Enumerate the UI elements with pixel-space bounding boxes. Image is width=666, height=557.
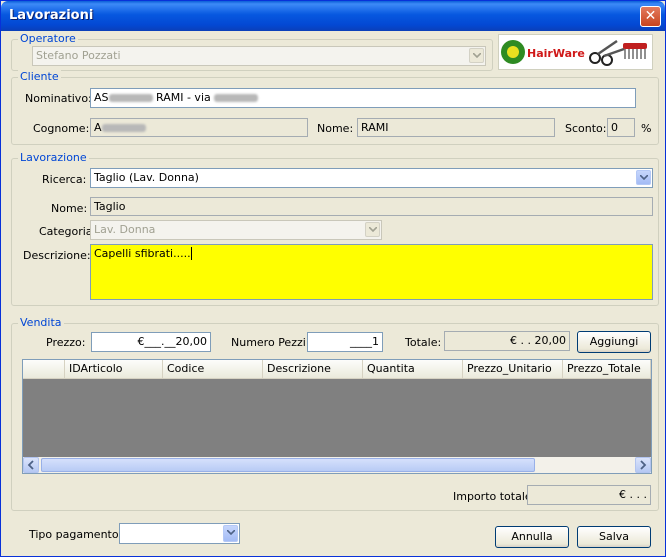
nominativo-label: Nominativo:: [25, 92, 92, 105]
prezzo-value: €___.__20,00: [137, 335, 208, 348]
chevron-down-icon[interactable]: [636, 170, 651, 185]
chevron-left-icon: [27, 460, 34, 470]
nome-cliente-value: RAMI: [361, 121, 389, 134]
lavorazioni-window: Lavorazioni ✕ Operatore Stefano Pozzati …: [0, 0, 666, 557]
importo-field: € . . .: [527, 485, 651, 505]
nome-cliente-label: Nome:: [317, 122, 354, 135]
hairware-logo: HairWare: [498, 34, 653, 70]
logo-text: HairWare: [527, 47, 585, 60]
importo-label: Importo totale:: [453, 490, 536, 503]
close-icon: ✕: [644, 8, 657, 24]
descrizione-value: Capelli sfibrati.....: [94, 247, 191, 260]
categoria-value: Lav. Donna: [94, 223, 156, 236]
column-header[interactable]: Quantita: [363, 360, 463, 378]
column-header[interactable]: IDArticolo: [65, 360, 163, 378]
title-bar: Lavorazioni ✕: [1, 1, 665, 31]
cognome-label: Cognome:: [33, 122, 90, 135]
nome-lavorazione-label: Nome:: [51, 202, 88, 215]
operatore-value: Stefano Pozzati: [36, 49, 121, 62]
pezzi-input[interactable]: ____1: [307, 332, 383, 352]
pagamento-label: Tipo pagamento:: [29, 528, 123, 541]
chevron-down-icon[interactable]: [223, 525, 238, 542]
nome-lavorazione-field: Taglio: [90, 197, 653, 216]
ricerca-label: Ricerca:: [42, 173, 87, 186]
chevron-down-icon: [469, 48, 484, 63]
nominativo-input[interactable]: AS RAMI - via: [90, 88, 636, 108]
chevron-down-icon: [365, 222, 380, 237]
nominativo-mid: RAMI - via: [156, 91, 211, 104]
cognome-prefix: A: [94, 121, 102, 134]
scroll-left-button[interactable]: [23, 457, 39, 473]
pezzi-label: Numero Pezzi:: [231, 336, 310, 349]
categoria-label: Categoria:: [39, 225, 97, 238]
descrizione-textarea[interactable]: Capelli sfibrati.....​: [90, 244, 653, 300]
nome-lavorazione-value: Taglio: [94, 200, 126, 213]
importo-value: € . . .: [619, 488, 647, 501]
scroll-right-button[interactable]: [635, 457, 651, 473]
column-header[interactable]: Descrizione: [263, 360, 363, 378]
ricerca-value: Taglio (Lav. Donna): [94, 171, 199, 184]
horizontal-scrollbar[interactable]: [23, 457, 651, 473]
chevron-right-icon: [640, 460, 647, 470]
pezzi-value: ____1: [350, 335, 379, 348]
redacted-text: [108, 94, 153, 102]
operatore-select[interactable]: Stefano Pozzati: [32, 46, 486, 66]
text-cursor: ​: [190, 247, 192, 260]
nominativo-prefix: AS: [94, 91, 109, 104]
redacted-text: [214, 94, 259, 102]
sconto-label: Sconto:: [565, 122, 607, 135]
annulla-button[interactable]: Annulla: [495, 526, 569, 548]
articoli-grid[interactable]: IDArticolo Codice Descrizione Quantita P…: [22, 359, 652, 474]
totale-field: € . . 20,00: [444, 331, 570, 351]
redacted-text: [101, 124, 146, 132]
ricerca-combo[interactable]: Taglio (Lav. Donna): [90, 168, 653, 188]
grid-header: IDArticolo Codice Descrizione Quantita P…: [23, 360, 651, 379]
close-button[interactable]: ✕: [640, 6, 661, 27]
nome-cliente-field: RAMI: [357, 118, 555, 137]
descrizione-label: Descrizione:: [23, 249, 91, 262]
column-header[interactable]: Codice: [163, 360, 263, 378]
cliente-legend: Cliente: [18, 70, 61, 83]
prezzo-input[interactable]: €___.__20,00: [91, 332, 211, 352]
cognome-field: A: [90, 118, 308, 137]
window-title: Lavorazioni: [9, 8, 94, 23]
totale-label: Totale:: [405, 336, 442, 349]
scroll-thumb[interactable]: [41, 458, 535, 472]
vendita-legend: Vendita: [18, 316, 64, 329]
prezzo-label: Prezzo:: [46, 336, 86, 349]
operatore-legend: Operatore: [18, 32, 78, 45]
categoria-select[interactable]: Lav. Donna: [90, 220, 382, 240]
totale-value: € . . 20,00: [510, 334, 566, 347]
column-header[interactable]: Prezzo_Unitario: [463, 360, 563, 378]
aggiungi-button[interactable]: Aggiungi: [577, 331, 651, 353]
pagamento-select[interactable]: [119, 523, 240, 544]
operatore-group: Operatore Stefano Pozzati: [11, 32, 493, 71]
sconto-unit: %: [641, 122, 652, 135]
column-header[interactable]: Prezzo_Totale: [563, 360, 651, 378]
sconto-value: 0: [611, 121, 618, 134]
sconto-field: 0: [607, 118, 635, 137]
salva-button[interactable]: Salva: [577, 526, 651, 548]
row-selector-header: [23, 360, 65, 378]
lavorazione-legend: Lavorazione: [18, 151, 89, 164]
